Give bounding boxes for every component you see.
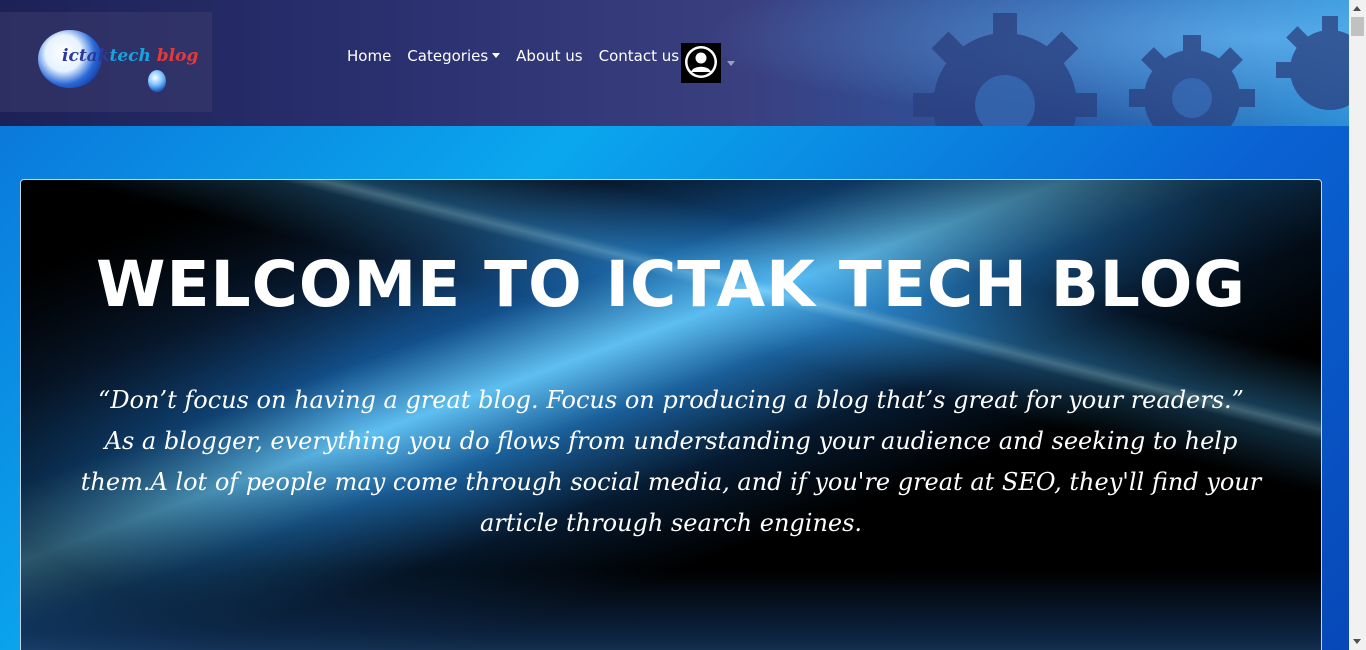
- nav-about-link[interactable]: About us: [508, 47, 590, 65]
- hero-text: “Don’t focus on having a great blog. Foc…: [61, 380, 1281, 544]
- site-logo[interactable]: ictaktech blog: [38, 30, 198, 96]
- chevron-down-icon: [492, 53, 501, 58]
- nav-links: Home Categories About us Contact us: [339, 44, 687, 68]
- logo-badge-icon: [148, 70, 166, 92]
- scroll-up-arrow-icon[interactable]: [1353, 6, 1361, 11]
- user-avatar-icon: [681, 43, 721, 83]
- hero-quote: “Don’t focus on having a great blog. Foc…: [98, 386, 1244, 414]
- nav-categories-dropdown[interactable]: Categories: [399, 47, 508, 65]
- nav-categories-label: Categories: [407, 47, 489, 65]
- logo-text-part4: blog: [150, 46, 199, 66]
- nav-home-link[interactable]: Home: [339, 47, 399, 65]
- hero-title: WELCOME TO ICTAK TECH BLOG: [96, 248, 1246, 321]
- chevron-down-icon: [727, 60, 735, 66]
- page-scrollbar[interactable]: [1349, 0, 1366, 650]
- logo-text-part3: tech: [109, 46, 151, 66]
- nav-contact-link[interactable]: Contact us: [591, 47, 687, 65]
- hero-background-glow: [21, 570, 1321, 650]
- logo-text-part2: ctak: [68, 46, 110, 66]
- gears-decoration-icon: [913, 13, 1349, 126]
- scroll-thumb[interactable]: [1351, 17, 1364, 36]
- navbar: ictaktech blog Home Categories About us …: [0, 0, 1349, 126]
- hero-body: As a blogger, everything you do flows fr…: [80, 427, 1262, 537]
- scroll-down-arrow-icon[interactable]: [1353, 639, 1361, 644]
- account-dropdown[interactable]: [681, 43, 735, 83]
- welcome-hero-card: WELCOME TO ICTAK TECH BLOG “Don’t focus …: [20, 179, 1322, 650]
- logo-text: ictaktech blog: [62, 46, 198, 66]
